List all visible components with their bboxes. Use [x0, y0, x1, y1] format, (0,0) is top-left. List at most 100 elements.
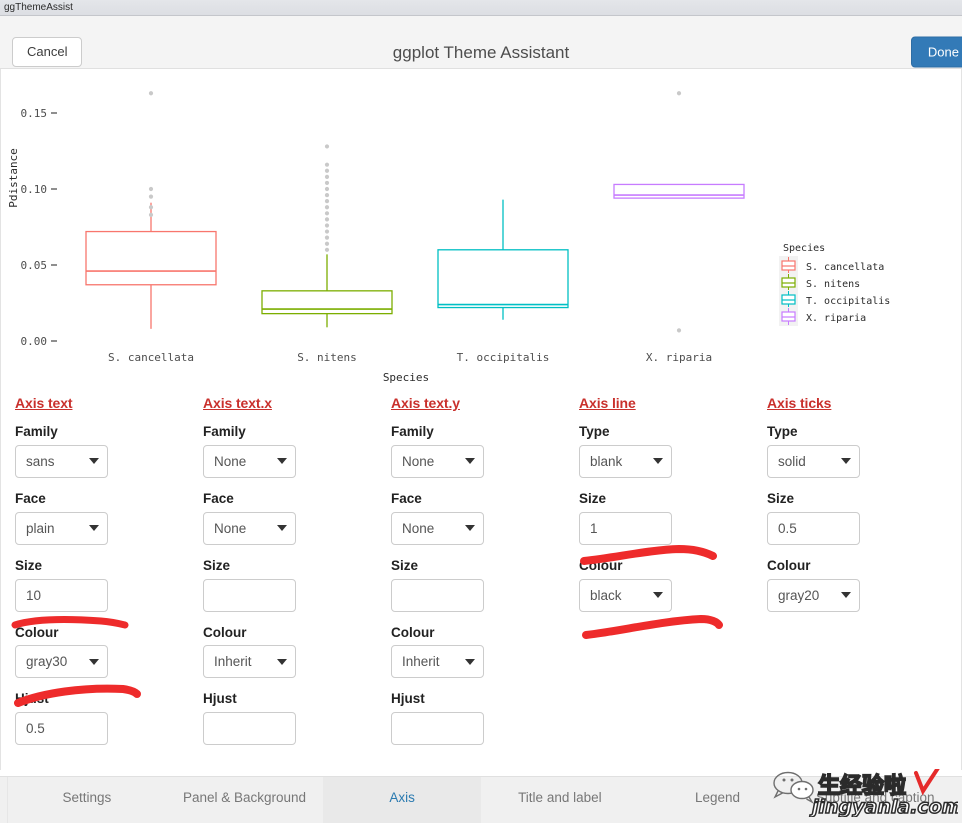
select-axis-text-y-face[interactable]: None: [391, 511, 484, 545]
y-tick-label: 0.00: [21, 335, 48, 348]
select-axis-text-family[interactable]: sans: [15, 444, 108, 478]
input-axis-text-size[interactable]: 10: [15, 578, 108, 612]
chevron-down-icon: [465, 525, 475, 532]
box: [613, 183, 745, 199]
boxplot-t-occipitalis: [437, 199, 569, 320]
gadget-header: Cancel ggplot Theme Assistant Done: [0, 16, 962, 69]
control-column-axis-text-x: Axis text.x Family None Face None Size Colour I…: [203, 385, 383, 759]
field-label-size: Size: [767, 490, 795, 506]
select-axis-text-x-face[interactable]: None: [203, 511, 296, 545]
tab-subtitle-and-caption[interactable]: Subtitle and caption: [796, 777, 954, 823]
tab-title-and-label[interactable]: Title and label: [481, 777, 639, 823]
y-tick-label: 0.15: [21, 107, 48, 120]
field-label-family: Family: [391, 424, 434, 439]
outlier-point: [324, 223, 330, 228]
tab-axis[interactable]: Axis: [323, 777, 482, 823]
select-axis-text-colour[interactable]: gray30: [15, 645, 108, 679]
select-axis-text-x-colour[interactable]: Inherit: [203, 645, 296, 679]
control-column-title: Axis text.x: [203, 395, 272, 411]
outlier-point: [148, 186, 154, 192]
select-value: Inherit: [402, 654, 440, 670]
input-axis-line-size[interactable]: 1: [579, 511, 672, 545]
select-value: Inherit: [214, 654, 252, 670]
outlier-point: [324, 205, 330, 210]
box: [437, 249, 569, 309]
y-tick-label: 0.10: [21, 183, 48, 196]
outlier-point: [676, 328, 682, 333]
tab-label: Panel & Background: [182, 789, 307, 805]
done-button[interactable]: Done: [910, 36, 962, 68]
select-value: blank: [590, 453, 623, 469]
select-axis-line-colour[interactable]: black: [579, 578, 672, 612]
chevron-down-icon: [277, 458, 287, 465]
chevron-down-icon: [277, 658, 287, 665]
outlier-point: [148, 194, 154, 199]
window-title: ggThemeAssist: [4, 1, 73, 13]
select-axis-text-y-family[interactable]: None: [391, 444, 484, 478]
select-axis-ticks-type[interactable]: solid: [767, 444, 860, 478]
field-label-colour: Colour: [579, 557, 623, 573]
input-axis-text-y-size[interactable]: [391, 578, 484, 612]
input-value: 0.5: [778, 520, 797, 536]
tab-legend[interactable]: Legend: [639, 777, 797, 823]
legend-title: Species: [783, 243, 825, 254]
select-value: black: [590, 587, 622, 603]
select-axis-text-face[interactable]: plain: [15, 511, 108, 545]
bottom-tabbar: Settings Panel & Background Axis Title and …: [0, 776, 962, 823]
input-axis-text-x-size[interactable]: [203, 578, 296, 612]
app-root: ggThemeAssist Cancel ggplot Theme Assist…: [0, 0, 962, 823]
tab-label: Settings: [62, 789, 112, 805]
field-label-type: Type: [579, 424, 610, 439]
y-axis-title: Pdistance: [7, 148, 20, 208]
outlier-point: [324, 180, 330, 186]
chevron-down-icon: [89, 658, 99, 665]
select-axis-ticks-colour[interactable]: gray20: [767, 578, 860, 612]
input-axis-text-y-hjust[interactable]: [391, 712, 484, 746]
chevron-down-icon: [653, 592, 663, 599]
field-label-face: Face: [15, 490, 46, 506]
tab-label: Subtitle and caption: [815, 789, 935, 805]
tab-label: Axis: [389, 789, 415, 805]
chevron-down-icon: [841, 458, 851, 465]
tab-settings[interactable]: Settings: [8, 777, 166, 823]
outlier-point: [676, 91, 682, 96]
select-value: None: [214, 520, 247, 536]
outlier-point: [324, 144, 330, 149]
field-label-face: Face: [203, 490, 234, 506]
control-column-title: Axis line: [579, 395, 636, 411]
field-label-size: Size: [15, 557, 43, 573]
tab-panel-background[interactable]: Panel & Background: [166, 777, 324, 823]
controls-panel: Axis text Family sans Face plain Size 10 Colour…: [0, 385, 962, 770]
chevron-down-icon: [841, 592, 851, 599]
outlier-point: [148, 91, 154, 96]
outlier-point: [324, 241, 330, 246]
outlier-point: [324, 217, 330, 222]
ggplot-boxplot: 0.00 0.05 0.10 0.15 Pdistance S. cancellata S.…: [7, 91, 890, 384]
control-column-title: Axis text.y: [391, 395, 460, 411]
legend-item-label: T. occipitalis: [806, 296, 890, 307]
select-axis-text-y-colour[interactable]: Inherit: [391, 645, 484, 679]
outlier-point: [324, 186, 330, 192]
select-axis-line-type[interactable]: blank: [579, 444, 672, 478]
control-column-axis-ticks: Axis ticks Type solid Size 0.5 Colour gray20: [767, 385, 947, 626]
select-axis-text-x-family[interactable]: None: [203, 444, 296, 478]
input-axis-text-x-hjust[interactable]: [203, 712, 296, 746]
input-value: 0.5: [26, 721, 45, 737]
field-label-type: Type: [767, 424, 798, 439]
control-column-axis-line: Axis line Type blank Size 1 Colour black: [579, 385, 759, 626]
outlier-point: [324, 162, 330, 167]
select-value: gray20: [778, 587, 820, 603]
field-label-colour: Colour: [203, 624, 247, 640]
field-label-family: Family: [203, 424, 246, 439]
chevron-down-icon: [465, 658, 475, 665]
legend-item: T. occipitalis: [779, 290, 890, 309]
chevron-down-icon: [277, 525, 287, 532]
input-axis-ticks-size[interactable]: 0.5: [767, 511, 860, 545]
select-value: solid: [778, 453, 806, 469]
outlier-point: [324, 168, 330, 173]
legend-item: S. cancellata: [779, 256, 884, 275]
page-title: ggplot Theme Assistant: [392, 43, 570, 62]
select-value: sans: [26, 453, 55, 469]
outlier-point: [324, 174, 330, 179]
input-axis-text-hjust[interactable]: 0.5: [15, 712, 108, 746]
